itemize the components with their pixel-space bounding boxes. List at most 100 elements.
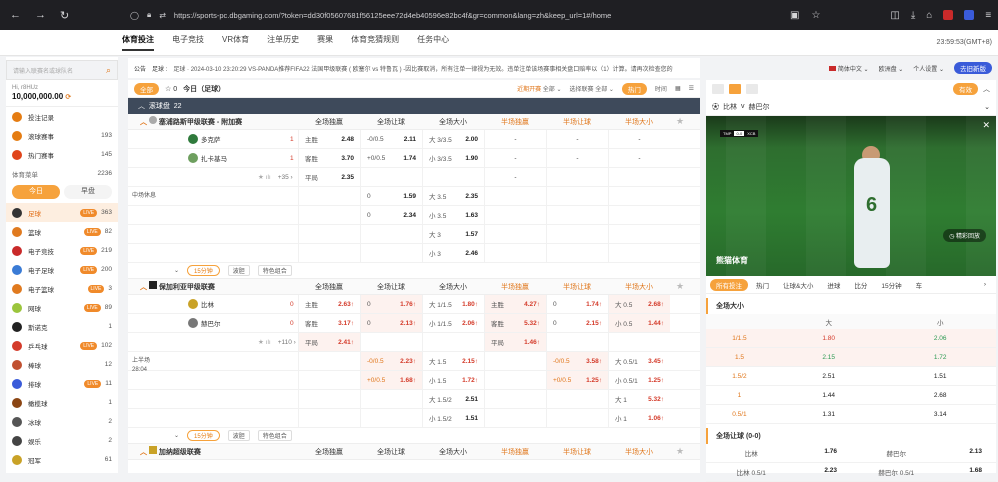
personal-settings[interactable]: 个人设置 ⌄ [913,64,944,73]
odds-cell[interactable]: 大 1.5/2 2.51 [422,390,484,408]
topnav-item[interactable]: 任务中心 [417,34,449,51]
fifteen-min-button[interactable]: 15分钟 [187,265,220,276]
odds-row[interactable]: 1 1.44 2.68 [706,386,996,405]
pocket-icon[interactable]: ◫ [890,10,899,21]
sport-item[interactable]: 娱乐 2 [6,431,118,450]
sport-item[interactable]: 棒球 12 [6,355,118,374]
odds-cell[interactable]: 0 2.15↑ [546,314,608,332]
odds-cell[interactable]: 大 0.5/1 3.45↑ [608,352,670,370]
league-header[interactable]: ︿ 保加利亚甲级联赛 全场独赢 全场让球 全场大小 半场独赢 半场让球 半场大小 ★ [128,279,700,295]
sport-item[interactable]: 斯诺克 1 [6,317,118,336]
odds-cell[interactable]: 大 3.5 2.35 [422,187,484,205]
odds-cell[interactable]: 大 1.5 2.15↑ [422,352,484,370]
odds-cell[interactable]: 小 3.5 1.63 [422,206,484,224]
collapse-icon[interactable]: ︿ [138,101,145,111]
league-header[interactable]: ︿ 加纳超级联赛 全场独赢 全场让球 全场大小 半场独赢 半场让球 半场大小 ★ [128,444,700,460]
extension-icon[interactable]: ⌂ [926,10,932,21]
sport-item[interactable]: 冰球 2 [6,412,118,431]
topnav-item[interactable]: 电子竞技 [172,34,204,51]
favorites-icon[interactable]: ☆ 0 [165,85,177,93]
sport-item[interactable]: 电子篮球 LIVE 3 [6,279,118,298]
market-tab[interactable]: 进球 [821,279,846,291]
odds-cell[interactable]: 平局 2.41↑ [298,333,360,351]
chevron-right-icon[interactable]: › [978,280,992,289]
tab-early[interactable]: 早盘 [64,185,112,199]
stats-icon[interactable] [746,84,758,94]
more-markets[interactable]: ★ ılı +110 › [188,338,298,347]
reload-icon[interactable]: ↻ [60,9,69,22]
odds-cell[interactable]: 小 0.5 1.44↑ [608,314,670,332]
language-select[interactable]: 简体中文 ⌄ [829,64,869,73]
market-tab[interactable]: 所有投注 [710,278,748,291]
odds-cell[interactable]: +0/0.5 1.68↑ [360,371,422,389]
menu-icon[interactable]: ≡ [985,10,991,21]
sidebar-item[interactable]: 投注记录 [6,107,118,126]
odds-cell[interactable]: 小 1/1.5 2.06↑ [422,314,484,332]
correct-score-button[interactable]: 波胆 [227,430,250,441]
hot-toggle[interactable]: 热门 [621,82,647,95]
more-markets[interactable]: ★ ılı +35 › [188,173,298,182]
active-tab[interactable]: 有效 [953,83,978,95]
odds-cell[interactable]: 主胜 4.27↑ [484,295,546,313]
sport-item[interactable]: 冠军 61 [6,450,118,469]
team-name[interactable]: 多克萨 1 [188,134,298,144]
odds-cell[interactable]: 主胜 2.63↑ [298,295,360,313]
live-video[interactable]: TMP 0-0 XCB 6 熊猫体育 ◷ 精彩回放 ✕ [706,116,996,276]
topnav-item[interactable]: 注单历史 [267,34,299,51]
sport-item[interactable]: 排球 LIVE 11 [6,374,118,393]
sport-item[interactable]: 网球 LIVE 89 [6,298,118,317]
odds-row[interactable]: 1.5/2 2.51 1.51 [706,367,996,386]
odds-cell[interactable]: 平局 1.46↑ [484,333,546,351]
odds-row[interactable]: 比林 1.76 赫巴尔 2.13 [706,444,996,463]
sport-item[interactable]: 乒乓球 LIVE 102 [6,336,118,355]
odds-cell[interactable]: 0 2.13↑ [360,314,422,332]
odds-cell[interactable]: 小 0.5/1 1.25↑ [608,371,670,389]
odds-cell[interactable]: 0 1.74↑ [546,295,608,313]
odds-cell[interactable]: -0/0.5 2.23↑ [360,352,422,370]
odds-cell[interactable]: 0 2.34 [360,206,422,224]
market-tab[interactable]: 车 [910,279,929,291]
market-tab[interactable]: 15分钟 [875,279,907,291]
expand-icon[interactable]: ⌄ [174,267,179,274]
search-input[interactable]: 请输入联赛名或球队名 ⌕ [6,60,118,80]
odds-cell[interactable]: -0/0.5 2.11 [360,130,422,148]
star-icon[interactable]: ★ [676,446,684,457]
chevron-up-icon[interactable]: ︿ [983,84,990,94]
odds-cell[interactable]: 0 1.59 [360,187,422,205]
odds-cell[interactable]: 大 1/1.5 1.80↑ [422,295,484,313]
back-icon[interactable]: ← [10,9,21,22]
collapse-icon[interactable]: ︿ [140,284,147,291]
download-icon[interactable]: ⤓ [911,10,915,21]
special-combo-button[interactable]: 特色组合 [257,430,292,441]
topnav-item[interactable]: 体育竞猜规则 [351,34,399,51]
odds-cell[interactable]: 客胜 3.17↑ [298,314,360,332]
chevron-down-icon[interactable]: ⌄ [984,103,990,111]
topnav-item[interactable]: 赛果 [317,34,333,51]
market-tab[interactable]: 热门 [750,279,775,291]
team-name[interactable]: 比林 0 [188,299,298,309]
correct-score-button[interactable]: 波胆 [227,265,250,276]
star-icon[interactable]: ★ [676,116,684,127]
league-header[interactable]: ︿ 塞浦路斯甲级联赛 - 附加赛 全场独赢 全场让球 全场大小 半场独赢 半场让球 半场大… [128,114,700,130]
sport-item[interactable]: 橄榄球 1 [6,393,118,412]
odds-cell[interactable]: 大 3 1.57 [422,225,484,243]
odds-row[interactable]: 1/1.5 1.80 2.06 [706,329,996,348]
odds-cell[interactable]: 客胜 3.70 [298,149,360,167]
all-button[interactable]: 全部 [134,82,159,95]
reader-icon[interactable]: ▣ [790,10,799,21]
live-section-header[interactable]: ︿ 滚球盘 22 [128,98,700,114]
odds-cell[interactable]: 小 1 1.06↑ [608,409,670,427]
odds-cell[interactable]: -0/0.5 3.58↑ [546,352,608,370]
odds-row[interactable]: 1.5 2.15 1.72 [706,348,996,367]
star-icon[interactable]: ★ [676,281,684,292]
odds-cell[interactable]: 小 3/3.5 1.90 [422,149,484,167]
grid-view-icon[interactable]: ▦ [675,85,681,92]
odds-cell[interactable]: 0 1.76↑ [360,295,422,313]
topnav-item[interactable]: VR体育 [222,34,249,51]
bookmark-icon[interactable]: ☆ [811,10,820,21]
sport-item[interactable]: 篮球 LIVE 82 [6,222,118,241]
sport-item[interactable]: 电子竞技 LIVE 219 [6,241,118,260]
tab-today[interactable]: 今日 [12,185,60,199]
list-view-icon[interactable]: ☰ [689,85,694,92]
odds-cell[interactable]: 大 1 5.32↑ [608,390,670,408]
